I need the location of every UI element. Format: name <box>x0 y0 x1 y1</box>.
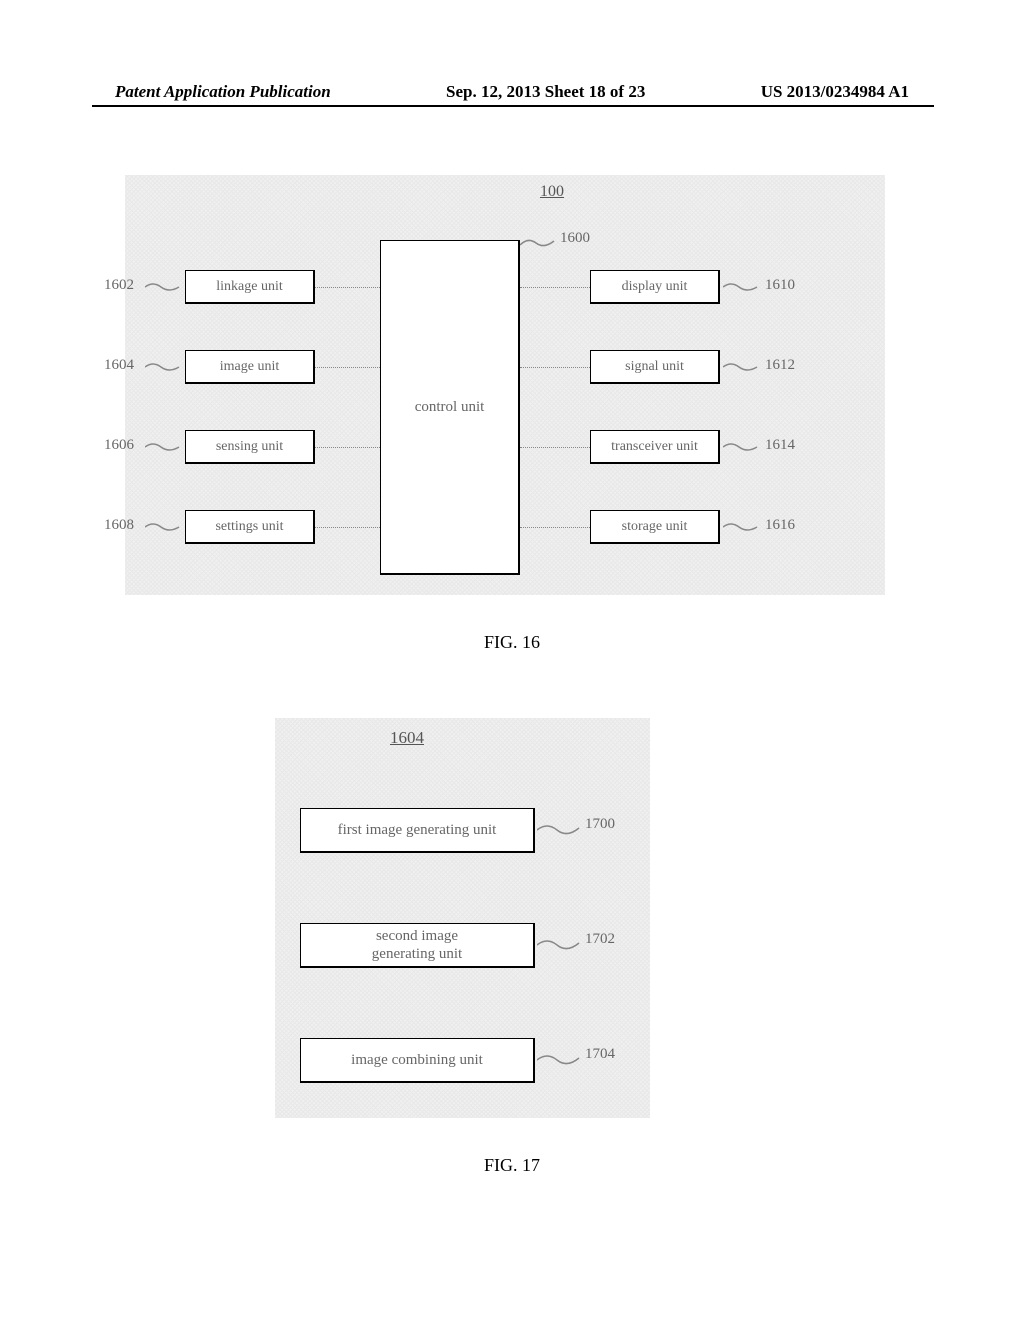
ref-1614: 1614 <box>765 437 795 454</box>
storage-unit-block: storage unit <box>590 510 720 544</box>
conn-storage <box>520 527 590 528</box>
ref-1604: 1604 <box>104 357 134 374</box>
ref-1612: 1612 <box>765 357 795 374</box>
settings-unit-label: settings unit <box>215 519 283 535</box>
second-image-generating-unit-block: second image generating unit <box>300 923 535 968</box>
second-image-generating-unit-label: second image generating unit <box>372 927 462 963</box>
figure-17-caption: FIG. 17 <box>0 1155 1024 1176</box>
display-unit-block: display unit <box>590 270 720 304</box>
ref-1600: 1600 <box>560 230 590 247</box>
linkage-unit-block: linkage unit <box>185 270 315 304</box>
figure-16-caption: FIG. 16 <box>0 632 1024 653</box>
leader-1604 <box>145 357 185 382</box>
leader-1602 <box>145 277 185 302</box>
image-unit-label: image unit <box>220 359 280 375</box>
conn-settings <box>315 527 380 528</box>
ref-1608: 1608 <box>104 517 134 534</box>
ref-100: 100 <box>540 183 564 201</box>
header-patent-number: US 2013/0234984 A1 <box>761 82 909 102</box>
image-unit-block: image unit <box>185 350 315 384</box>
leader-1700 <box>537 818 582 848</box>
transceiver-unit-block: transceiver unit <box>590 430 720 464</box>
figure-16-diagram: 100 control unit 1600 linkage unit 1602 … <box>125 175 885 595</box>
header-divider <box>92 105 934 107</box>
sensing-unit-label: sensing unit <box>216 439 283 455</box>
figure-17-diagram: 1604 first image generating unit 1700 se… <box>275 718 725 1118</box>
transceiver-unit-label: transceiver unit <box>611 439 698 455</box>
leader-1612 <box>723 357 763 382</box>
header-publication: Patent Application Publication <box>115 82 331 102</box>
leader-1704 <box>537 1048 582 1078</box>
linkage-unit-label: linkage unit <box>216 279 283 295</box>
sensing-unit-block: sensing unit <box>185 430 315 464</box>
leader-1616 <box>723 517 763 542</box>
leader-1608 <box>145 517 185 542</box>
signal-unit-block: signal unit <box>590 350 720 384</box>
first-image-generating-unit-block: first image generating unit <box>300 808 535 853</box>
ref-1702: 1702 <box>585 931 615 948</box>
leader-1610 <box>723 277 763 302</box>
conn-signal <box>520 367 590 368</box>
image-combining-unit-block: image combining unit <box>300 1038 535 1083</box>
conn-transceiver <box>520 447 590 448</box>
conn-display <box>520 287 590 288</box>
conn-linkage <box>315 287 380 288</box>
conn-image <box>315 367 380 368</box>
leader-1614 <box>723 437 763 462</box>
ref-1602: 1602 <box>104 277 134 294</box>
settings-unit-block: settings unit <box>185 510 315 544</box>
display-unit-label: display unit <box>622 279 688 295</box>
ref-1604-fig17: 1604 <box>390 728 424 748</box>
page-header: Patent Application Publication Sep. 12, … <box>0 82 1024 102</box>
ref-1700: 1700 <box>585 816 615 833</box>
leader-1600 <box>520 233 560 258</box>
ref-1616: 1616 <box>765 517 795 534</box>
image-combining-unit-label: image combining unit <box>351 1051 483 1069</box>
leader-1606 <box>145 437 185 462</box>
header-date-sheet: Sep. 12, 2013 Sheet 18 of 23 <box>446 82 645 102</box>
ref-1610: 1610 <box>765 277 795 294</box>
control-unit-block: control unit <box>380 240 520 575</box>
control-unit-label: control unit <box>415 399 485 416</box>
leader-1702 <box>537 933 582 963</box>
ref-1704: 1704 <box>585 1046 615 1063</box>
ref-1606: 1606 <box>104 437 134 454</box>
first-image-generating-unit-label: first image generating unit <box>338 821 497 839</box>
storage-unit-label: storage unit <box>622 519 688 535</box>
conn-sensing <box>315 447 380 448</box>
signal-unit-label: signal unit <box>625 359 684 375</box>
